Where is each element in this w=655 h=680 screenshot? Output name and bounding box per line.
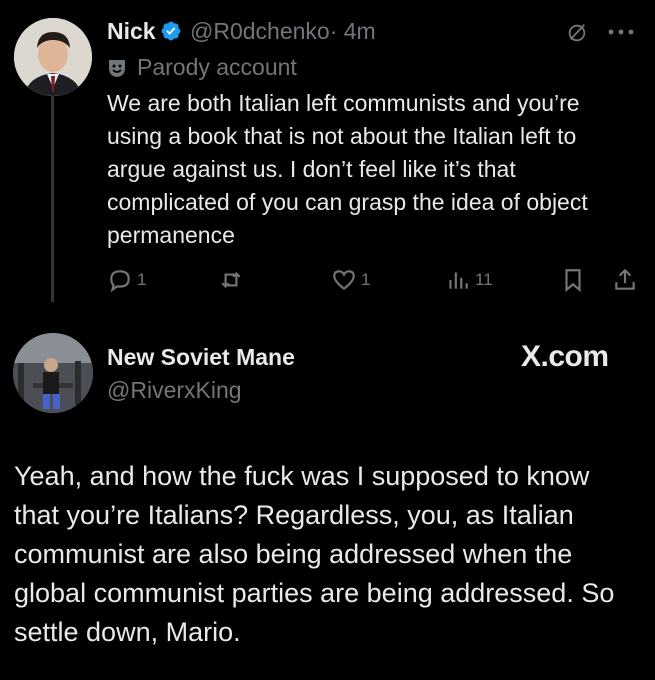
grok-icon[interactable] — [566, 22, 588, 44]
parody-badge: Parody account — [137, 54, 297, 80]
like-icon — [333, 270, 355, 291]
bookmark-button[interactable] — [560, 265, 586, 295]
views-icon — [449, 272, 468, 289]
thread-line — [51, 96, 54, 302]
parody-mask-icon — [109, 59, 125, 77]
handle-and-time[interactable]: @R0dchenko· 4m — [190, 18, 376, 45]
more-icon[interactable] — [606, 22, 636, 42]
bookmark-icon — [565, 269, 581, 293]
repost-button[interactable] — [218, 265, 248, 295]
verified-icon — [161, 21, 181, 41]
handle[interactable]: @R0dchenko — [190, 18, 330, 44]
x-com-watermark: X.com — [521, 340, 609, 373]
avatar[interactable] — [14, 18, 92, 96]
display-name[interactable]: New Soviet Mane — [107, 344, 295, 371]
share-icon — [615, 268, 635, 290]
repost-icon — [221, 271, 241, 289]
like-count: 1 — [361, 270, 371, 289]
quoted-tweet-text: Yeah, and how the fuck was I supposed to… — [14, 461, 615, 647]
reply-count: 1 — [137, 270, 147, 289]
timestamp[interactable]: · 4m — [330, 18, 376, 44]
view-count: 11 — [475, 270, 493, 289]
reply-text: We are both Italian left communists and … — [107, 90, 588, 248]
display-name[interactable]: Nick — [107, 18, 156, 45]
views-button[interactable]: 11 — [445, 265, 493, 295]
like-button[interactable]: 1 — [331, 265, 370, 295]
share-button[interactable] — [612, 265, 638, 295]
reply-icon — [110, 270, 130, 293]
avatar[interactable] — [13, 333, 93, 413]
handle[interactable]: @RiverxKing — [107, 377, 242, 404]
parody-label: Parody account — [107, 54, 297, 81]
reply-button[interactable]: 1 — [107, 265, 146, 295]
